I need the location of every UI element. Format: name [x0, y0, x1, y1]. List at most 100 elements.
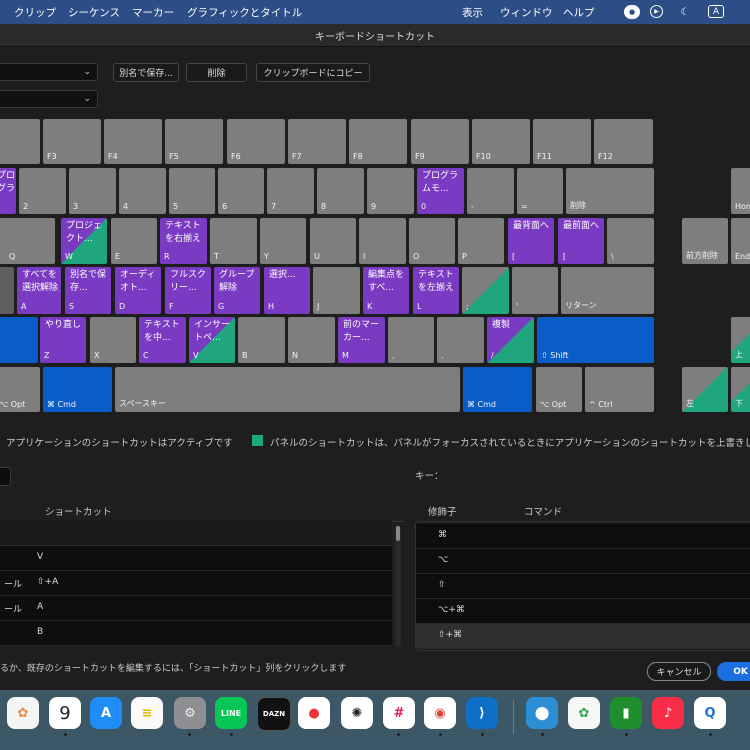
media-encoder-icon[interactable]: ⬤	[526, 697, 558, 729]
key-s[interactable]: 別名で保 存... S	[65, 267, 111, 314]
key-v[interactable]: インサー トペ... V	[189, 317, 235, 363]
key-left-option[interactable]: ⌥ Opt	[0, 367, 40, 412]
notes-icon[interactable]: ≡	[131, 697, 163, 729]
key-a[interactable]: すべてを 選択解除 A	[17, 267, 61, 314]
key-l[interactable]: テキスト を左揃え L	[413, 267, 459, 314]
key-m[interactable]: 前のマー カー... M	[338, 317, 385, 363]
key-1[interactable]: プロ グラ	[0, 168, 16, 214]
save-as-button[interactable]: 別名で保存...	[113, 63, 179, 82]
table-row[interactable]: ⇧+⌘	[416, 624, 750, 649]
key-right-option[interactable]: ⌥ Opt	[536, 367, 582, 412]
key-n[interactable]: N	[288, 317, 335, 363]
key-minus[interactable]: -	[467, 168, 514, 214]
play-icon[interactable]: ▶	[650, 5, 663, 18]
key-j[interactable]: J	[313, 267, 360, 314]
photos-library-icon[interactable]: ✿	[568, 697, 600, 729]
key-left-command[interactable]: ⌘ Cmd	[43, 367, 112, 412]
key-delete[interactable]: 削除	[566, 168, 654, 214]
calendar-icon[interactable]: 9	[49, 697, 81, 729]
scrollbar-track[interactable]	[395, 525, 401, 647]
key-return[interactable]: リターン	[561, 267, 654, 314]
key-r[interactable]: テキスト を右揃え R	[160, 218, 207, 264]
table-row[interactable]: ⌥	[416, 549, 750, 574]
key-8[interactable]: 8	[317, 168, 364, 214]
table-row[interactable]	[0, 521, 392, 546]
key-forward-delete[interactable]: 前方削除	[682, 218, 728, 264]
key-quote[interactable]: '	[512, 267, 558, 314]
key-f9[interactable]: F9	[411, 119, 469, 164]
key-y[interactable]: Y	[260, 218, 306, 264]
menu-sequence[interactable]: シーケンス	[68, 5, 120, 20]
key-0[interactable]: プログラ ムモ... 0	[417, 168, 464, 214]
key-control[interactable]: ^ Ctrl	[585, 367, 654, 412]
key-f2[interactable]	[0, 119, 40, 164]
key-f[interactable]: フルスク リー... F	[165, 267, 211, 314]
key-2[interactable]: 2	[19, 168, 66, 214]
key-arrow-left[interactable]: 左	[682, 367, 728, 412]
key-caps-lock[interactable]	[0, 267, 14, 314]
table-row[interactable]: ⇧	[416, 574, 750, 599]
system-settings-icon[interactable]: ⚙	[174, 697, 206, 729]
key-f4[interactable]: F4	[104, 119, 162, 164]
key-p[interactable]: P	[458, 218, 504, 264]
key-period[interactable]: .	[437, 317, 484, 363]
command-filter-dropdown[interactable]: ⌄	[0, 90, 98, 108]
key-f8[interactable]: F8	[349, 119, 407, 164]
menu-view[interactable]: 表示	[462, 5, 483, 20]
key-f11[interactable]: F11	[533, 119, 591, 164]
shortcut-column-header[interactable]: ショートカット	[45, 504, 112, 518]
key-arrow-down[interactable]: 下	[731, 367, 750, 412]
key-o[interactable]: O	[409, 218, 455, 264]
key-t[interactable]: T	[210, 218, 257, 264]
cancel-button[interactable]: キャンセル	[647, 662, 711, 681]
key-w[interactable]: プロジェ クト... W	[61, 218, 107, 264]
key-bracket-right[interactable]: 最前面へ]	[558, 218, 604, 264]
dazn-icon[interactable]: DAZN	[257, 697, 291, 731]
scrollbar-thumb[interactable]	[396, 526, 400, 541]
key-right-command[interactable]: ⌘ Cmd	[463, 367, 532, 412]
key-g[interactable]: グループ 解除 G	[214, 267, 260, 314]
key-9[interactable]: 9	[367, 168, 414, 214]
quicktime-icon[interactable]: Q	[694, 697, 726, 729]
music-icon[interactable]: ♪	[652, 697, 684, 729]
key-5[interactable]: 5	[169, 168, 215, 214]
slack-icon[interactable]: #	[383, 697, 415, 729]
table-row[interactable]: ⌥+⌘	[416, 599, 750, 624]
input-source-icon[interactable]: A	[708, 5, 724, 18]
key-d[interactable]: オーディ オト... D	[115, 267, 161, 314]
vscode-icon[interactable]: ⟩	[466, 697, 498, 729]
key-comma[interactable]: ,	[388, 317, 434, 363]
delete-button[interactable]: 削除	[186, 63, 247, 82]
key-f12[interactable]: F12	[594, 119, 653, 164]
key-h[interactable]: 選択... H	[264, 267, 310, 314]
key-i[interactable]: I	[359, 218, 406, 264]
line-status-icon[interactable]: ●	[624, 5, 640, 19]
key-bracket-left[interactable]: 最背面へ[	[508, 218, 554, 264]
key-left-shift[interactable]	[0, 317, 38, 363]
key-f6[interactable]: F6	[227, 119, 285, 164]
key-x[interactable]: X	[90, 317, 136, 363]
key-slash[interactable]: 複製 /	[487, 317, 534, 363]
key-f7[interactable]: F7	[288, 119, 346, 164]
chrome-icon[interactable]: ◉	[424, 697, 456, 729]
craft-icon[interactable]: ●	[298, 697, 330, 729]
menu-help[interactable]: ヘルプ	[563, 5, 595, 20]
line-app-icon[interactable]: LINE	[215, 697, 247, 729]
key-end[interactable]: End	[731, 218, 750, 264]
key-semicolon[interactable]: ;	[462, 267, 509, 314]
key-k[interactable]: 編集点を すべ... K	[363, 267, 409, 314]
key-backslash[interactable]: \	[607, 218, 654, 264]
modifier-column-header[interactable]: 修飾子	[428, 504, 457, 518]
key-f5[interactable]: F5	[165, 119, 223, 164]
key-u[interactable]: U	[310, 218, 356, 264]
table-row[interactable]: ⌘	[416, 524, 750, 549]
key-home[interactable]: Home	[731, 168, 750, 214]
table-row[interactable]: V	[0, 546, 392, 571]
photos-icon[interactable]: ✿	[7, 697, 39, 729]
key-right-shift[interactable]: ⇧ Shift	[537, 317, 654, 363]
copy-clipboard-button[interactable]: クリップボードにコピー	[256, 63, 370, 82]
key-equals[interactable]: =	[517, 168, 563, 214]
key-f3[interactable]: F3	[43, 119, 101, 164]
key-space[interactable]: スペースキー	[115, 367, 460, 412]
menu-window[interactable]: ウィンドウ	[500, 5, 553, 20]
